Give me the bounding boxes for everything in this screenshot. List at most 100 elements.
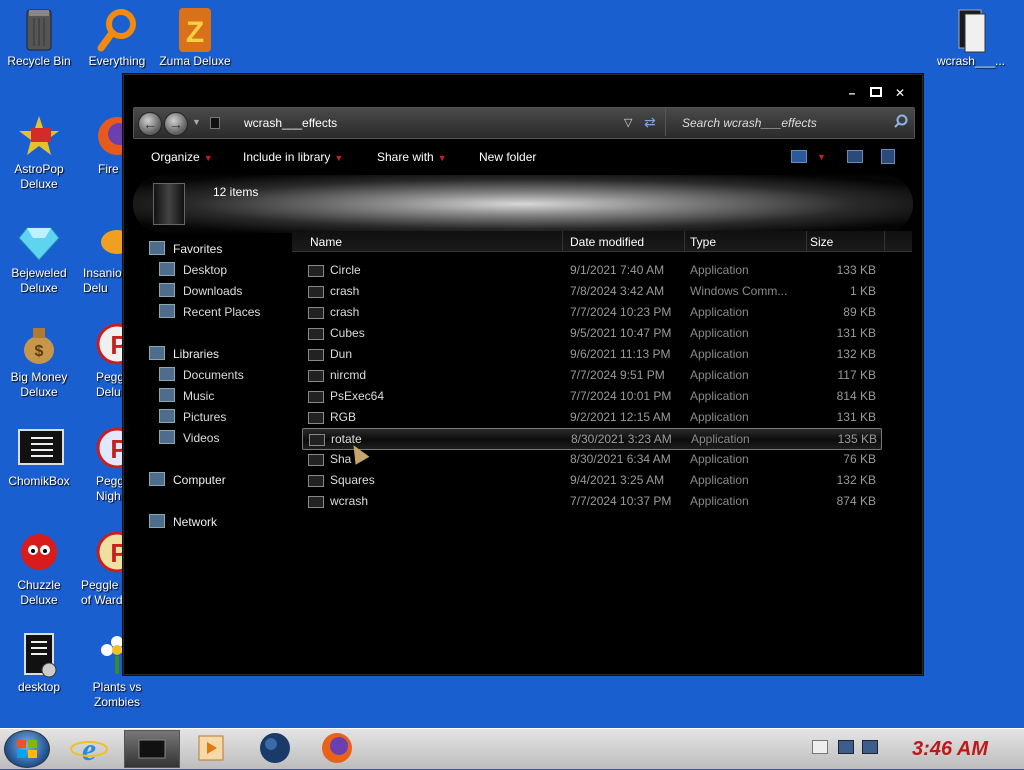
search-icon[interactable]: [894, 114, 908, 131]
desktop-doc-icon: [17, 632, 61, 678]
star-icon: [149, 241, 165, 255]
address-bar[interactable]: ← → ▼ wcrash___effects ▽ ⇄ Search wcrash…: [133, 107, 915, 139]
file-row[interactable]: Sha 8/30/2021 6:34 AM Application 76 KB: [302, 449, 880, 469]
desktop-icon-label: Everything: [88, 54, 146, 68]
desktop-icon-desktop[interactable]: desktop: [0, 632, 78, 695]
back-button[interactable]: ←: [138, 112, 162, 136]
desktop-icon-label: Bejeweled Deluxe: [11, 266, 67, 295]
file-row-selected[interactable]: rotate 8/30/2021 3:23 AM Application 135 KB: [302, 428, 882, 450]
preview-pane-icon[interactable]: [847, 150, 863, 163]
application-icon: [308, 370, 324, 382]
file-row[interactable]: PsExec64 7/7/2024 10:01 PM Application 814 …: [302, 386, 880, 406]
column-header-name[interactable]: Name: [310, 235, 342, 249]
include-in-library-menu[interactable]: Include in library ▼: [243, 150, 343, 164]
application-icon: [309, 434, 325, 446]
internet-explorer-icon[interactable]: e: [62, 730, 116, 767]
share-with-menu[interactable]: Share with ▼: [377, 150, 447, 164]
peggle-icon: P: [95, 530, 123, 574]
nav-pictures[interactable]: Pictures: [159, 409, 226, 424]
desktop-icon-label: Zuma Deluxe: [159, 54, 231, 68]
file-row[interactable]: Cubes 9/5/2021 10:47 PM Application 131 KB: [302, 323, 880, 343]
globe-icon[interactable]: [248, 730, 302, 766]
view-options-icon[interactable]: [791, 150, 807, 163]
chevron-down-icon[interactable]: ▼: [817, 152, 826, 162]
application-icon: [308, 349, 324, 361]
desktop-icon-label: Peggle of Ward: [81, 578, 123, 607]
desktop-icon-recycle-bin[interactable]: Recycle Bin: [0, 6, 78, 69]
volume-icon[interactable]: [862, 740, 878, 754]
desktop-icon-peggle-nights[interactable]: P Pegg Nigh: [78, 426, 123, 504]
desktop-icon-insaniquarium[interactable]: Insanio Delu: [78, 218, 123, 296]
desktop-icon-zuma[interactable]: Z Zuma Deluxe: [156, 6, 234, 69]
desktop-icon-label: desktop: [17, 680, 61, 694]
application-icon: [308, 475, 324, 487]
file-row[interactable]: Dun 9/6/2021 11:13 PM Application 132 KB: [302, 344, 880, 364]
nav-desktop[interactable]: Desktop: [159, 262, 227, 277]
file-row[interactable]: Circle 9/1/2021 7:40 AM Application 133 KB: [302, 260, 880, 280]
clock[interactable]: 3:46 AM: [912, 738, 988, 761]
file-row[interactable]: crash 7/7/2024 10:23 PM Application 89 KB: [302, 302, 880, 322]
file-row[interactable]: nircmd 7/7/2024 9:51 PM Application 117 KB: [302, 365, 880, 385]
desktop-icon-bejeweled[interactable]: Bejeweled Deluxe: [0, 218, 78, 296]
column-header-type[interactable]: Type: [690, 235, 716, 249]
column-header-size[interactable]: Size: [810, 235, 833, 249]
documents-icon: [159, 367, 175, 381]
windows-start-icon[interactable]: [4, 730, 50, 768]
application-icon: [308, 496, 324, 508]
nav-documents[interactable]: Documents: [159, 367, 244, 382]
nav-recent-places[interactable]: Recent Places: [159, 304, 260, 319]
address-path[interactable]: wcrash___effects: [244, 116, 337, 130]
svg-text:Z: Z: [186, 16, 204, 49]
desktop-icon-peggle[interactable]: P Pegg Delu: [78, 322, 123, 400]
application-icon: [308, 307, 324, 319]
nav-videos[interactable]: Videos: [159, 430, 219, 445]
desktop-icon-peggle-wards[interactable]: P Peggle of Ward: [78, 530, 123, 608]
desktop-icon-chuzzle[interactable]: Chuzzle Deluxe: [0, 530, 78, 608]
file-icon: [949, 6, 993, 53]
explorer-window: – ✕ ← → ▼ wcrash___effects ▽ ⇄ Search wc…: [123, 74, 923, 675]
refresh-icon[interactable]: ⇄: [644, 114, 656, 131]
minimize-button[interactable]: –: [844, 87, 860, 99]
desktop-icon-chomikbox[interactable]: ChomikBox: [0, 426, 78, 489]
file-row[interactable]: RGB 9/2/2021 12:15 AM Application 131 KB: [302, 407, 880, 427]
folder-preview-icon: [153, 183, 185, 225]
recent-pages-icon[interactable]: ▼: [192, 117, 201, 127]
close-button[interactable]: ✕: [892, 87, 908, 99]
column-header-date[interactable]: Date modified: [570, 235, 644, 249]
file-row[interactable]: wcrash 7/7/2024 10:37 PM Application 874 KB: [302, 491, 880, 511]
nav-favorites[interactable]: Favorites: [149, 241, 222, 256]
file-row[interactable]: crash 7/8/2024 3:42 AM Windows Comm... 1 KB: [302, 281, 880, 301]
file-row[interactable]: Squares 9/4/2021 3:25 AM Application 132 KB: [302, 470, 880, 490]
application-icon: [308, 412, 324, 424]
maximize-button[interactable]: [868, 87, 884, 99]
new-folder-button[interactable]: New folder: [479, 150, 536, 164]
chevron-down-icon: ▼: [437, 153, 447, 163]
desktop-icon-big-money[interactable]: $ Big Money Deluxe: [0, 322, 78, 400]
forward-button[interactable]: →: [164, 112, 188, 136]
address-dropdown-icon[interactable]: ▽: [624, 116, 632, 129]
explorer-window-icon[interactable]: [124, 730, 180, 768]
nav-computer[interactable]: Computer: [149, 472, 226, 487]
desktop-icon-wcrash[interactable]: wcrash___...: [932, 6, 1010, 69]
pictures-icon: [159, 409, 175, 423]
organize-menu[interactable]: Organize ▼: [151, 150, 213, 164]
nav-downloads[interactable]: Downloads: [159, 283, 242, 298]
gem-icon: [17, 218, 61, 262]
search-box[interactable]: Search wcrash___effects: [665, 108, 914, 136]
title-bar[interactable]: – ✕: [124, 75, 922, 105]
desktop-icon-firefox[interactable]: Fire: [78, 114, 123, 177]
show-hidden-icons-icon[interactable]: [812, 740, 828, 754]
nav-libraries[interactable]: Libraries: [149, 346, 219, 361]
network-status-icon[interactable]: [838, 740, 854, 754]
nav-music[interactable]: Music: [159, 388, 214, 403]
search-input[interactable]: Search wcrash___effects: [682, 116, 817, 130]
media-player-icon[interactable]: [184, 730, 238, 766]
help-icon[interactable]: [881, 149, 895, 164]
nav-network[interactable]: Network: [149, 514, 217, 529]
recycle-bin-icon: [17, 6, 61, 51]
desktop-icon-everything[interactable]: Everything: [78, 6, 156, 69]
desktop-icon-label: wcrash___...: [936, 54, 1006, 68]
desktop-icon-label: Recycle Bin: [7, 54, 71, 68]
firefox-icon[interactable]: [310, 730, 364, 766]
desktop-icon-astropop[interactable]: AstroPop Deluxe: [0, 114, 78, 192]
